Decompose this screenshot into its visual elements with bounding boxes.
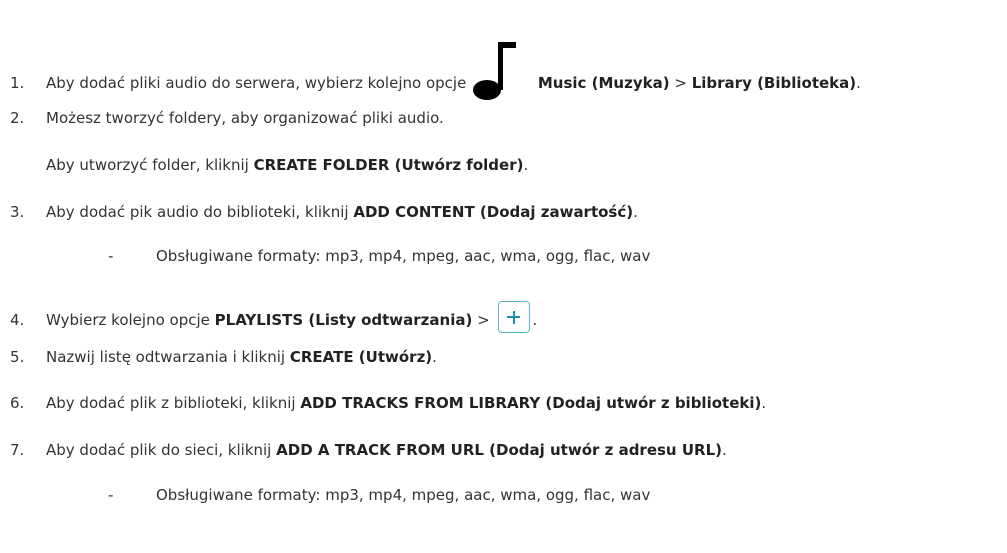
step-number: 1. [10,74,25,92]
step-1: 1. Aby dodać pliki audio do serwera, wybi… [10,42,861,100]
step-7: 7. Aby dodać plik do sieci, kliknij ADD A… [10,440,727,460]
step-number: 6. [10,394,25,412]
step-text: Wybierz kolejno opcje [46,311,210,329]
step-number: 5. [10,348,25,366]
period: . [856,74,861,92]
add-track-url-label: ADD A TRACK FROM URL (Dodaj utwór z adre… [276,441,722,459]
step-text: Aby dodać plik z biblioteki, kliknij [46,394,296,412]
step-3: 3. Aby dodać pik audio do biblioteki, kli… [10,202,638,222]
bullet-text: Obsługiwane formaty: mp3, mp4, mpeg, aac… [156,247,651,265]
music-note-icon [473,42,519,100]
period: . [532,311,538,329]
period: . [432,348,437,366]
step-2: 2. Możesz tworzyć foldery, aby organizowa… [10,108,444,128]
add-content-label: ADD CONTENT (Dodaj zawartość) [353,203,634,221]
step-text: Nazwij listę odtwarzania i kliknij [46,348,286,366]
step-text: Aby dodać plik do sieci, kliknij [46,441,272,459]
menu-music: Music (Muzyka) [537,74,670,92]
period: . [523,156,529,174]
step-7-bullet: - Obsługiwane formaty: mp3, mp4, mpeg, aa… [108,485,650,505]
step-number: 4. [10,311,25,329]
bullet-text: Obsługiwane formaty: mp3, mp4, mpeg, aac… [156,486,651,504]
bullet-dash: - [108,247,114,265]
step-4: 4. Wybierz kolejno opcje PLAYLISTS (Listy… [10,301,537,333]
create-folder-label: CREATE FOLDER (Utwórz folder) [253,156,524,174]
menu-separator: > [477,311,490,329]
step-5: 5. Nazwij listę odtwarzania i kliknij CRE… [10,347,437,367]
step-text: Aby dodać pliki audio do serwera, wybier… [46,74,467,92]
step-number: 2. [10,109,25,127]
menu-library: Library (Biblioteka) [691,74,857,92]
step-2-detail: Aby utworzyć folder, kliknij CREATE FOLD… [46,155,528,175]
step-number: 3. [10,203,25,221]
period: . [633,203,638,221]
step-3-bullet: - Obsługiwane formaty: mp3, mp4, mpeg, aa… [108,246,650,266]
plus-icon [498,301,531,333]
period: . [721,441,727,459]
step-text: Możesz tworzyć foldery, aby organizować … [46,109,444,127]
step-text: Aby utworzyć folder, kliknij [46,156,249,174]
step-text: Aby dodać pik audio do biblioteki, klikn… [46,203,349,221]
add-tracks-label: ADD TRACKS FROM LIBRARY (Dodaj utwór z b… [300,394,762,412]
create-label: CREATE (Utwórz) [289,348,433,366]
bullet-dash: - [108,486,114,504]
period: . [761,394,767,412]
step-number: 7. [10,441,25,459]
playlists-label: PLAYLISTS (Listy odtwarzania) [214,311,473,329]
step-6: 6. Aby dodać plik z biblioteki, kliknij A… [10,393,766,413]
menu-separator: > [674,74,687,92]
